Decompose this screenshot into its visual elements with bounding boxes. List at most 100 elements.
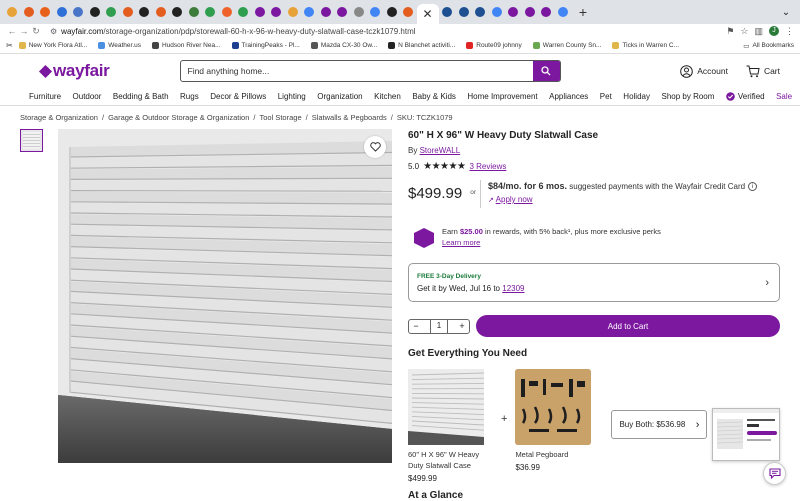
nav-category[interactable]: Holiday bbox=[623, 92, 650, 101]
browser-tab[interactable] bbox=[4, 4, 20, 20]
nav-sale[interactable]: Sale bbox=[776, 92, 792, 101]
chat-button[interactable] bbox=[763, 462, 786, 485]
site-info-icon[interactable]: ⚙ bbox=[50, 27, 57, 36]
bundle-item-image[interactable] bbox=[408, 369, 484, 445]
tab-search-button[interactable]: ⌄ bbox=[778, 7, 794, 18]
browser-tab[interactable] bbox=[169, 4, 185, 20]
url-field[interactable]: ⚙ wayfair.com/storage-organization/pdp/s… bbox=[50, 24, 726, 38]
nav-category[interactable]: Furniture bbox=[29, 92, 61, 101]
browser-tab[interactable] bbox=[202, 4, 218, 20]
browser-tab[interactable] bbox=[87, 4, 103, 20]
new-tab-button[interactable]: + bbox=[575, 4, 591, 20]
product-main-image[interactable] bbox=[58, 129, 392, 463]
browser-tab[interactable] bbox=[318, 4, 334, 20]
browser-tab[interactable] bbox=[37, 4, 53, 20]
bookmark-item[interactable]: New York Flora Atl... bbox=[19, 42, 88, 49]
profile-avatar[interactable]: J bbox=[769, 26, 779, 36]
breadcrumb-link[interactable]: Garage & Outdoor Storage & Organization bbox=[108, 113, 249, 122]
forward-button[interactable]: → bbox=[18, 26, 30, 36]
browser-tab[interactable] bbox=[334, 4, 350, 20]
nav-category[interactable]: Kitchen bbox=[374, 92, 401, 101]
browser-tab[interactable] bbox=[400, 4, 416, 20]
wayfair-logo[interactable]: wayfair bbox=[40, 61, 110, 81]
bookmark-item[interactable]: Warren County Sn... bbox=[533, 42, 602, 49]
menu-icon[interactable]: ⋮ bbox=[785, 26, 794, 37]
nav-category[interactable]: Pet bbox=[600, 92, 612, 101]
nav-category[interactable]: Baby & Kids bbox=[412, 92, 456, 101]
browser-tab[interactable] bbox=[120, 4, 136, 20]
back-button[interactable]: ← bbox=[6, 26, 18, 36]
browser-tab[interactable] bbox=[351, 4, 367, 20]
browser-tab[interactable] bbox=[301, 4, 317, 20]
reload-button[interactable]: ↻ bbox=[30, 26, 42, 37]
quantity-input[interactable]: 1 bbox=[430, 319, 448, 334]
browser-tab[interactable] bbox=[439, 4, 455, 20]
bookmark-item[interactable]: Weather.us bbox=[98, 42, 141, 49]
breadcrumb-link[interactable]: Slatwalls & Pegboards bbox=[312, 113, 387, 122]
browser-tab[interactable] bbox=[54, 4, 70, 20]
browser-tab[interactable] bbox=[153, 4, 169, 20]
bundle-item[interactable]: 60" H X 96" W Heavy Duty Slatwall Case $… bbox=[408, 369, 493, 483]
increase-qty-button[interactable]: + bbox=[455, 321, 469, 331]
browser-tab[interactable] bbox=[219, 4, 235, 20]
apps-icon[interactable]: ✂ bbox=[6, 41, 13, 50]
bookmark-item[interactable]: Ticks in Warren C... bbox=[612, 42, 679, 49]
search-button[interactable] bbox=[533, 60, 560, 82]
decrease-qty-button[interactable]: − bbox=[409, 321, 423, 331]
favorite-button[interactable] bbox=[364, 136, 386, 158]
browser-tab[interactable] bbox=[285, 4, 301, 20]
bookmark-star-icon[interactable]: ☆ bbox=[740, 26, 748, 37]
apply-now-link[interactable]: Apply now bbox=[496, 195, 533, 204]
browser-tab[interactable] bbox=[103, 4, 119, 20]
account-button[interactable]: Account bbox=[680, 65, 728, 78]
bundle-item-name[interactable]: Metal Pegboard bbox=[515, 449, 600, 460]
search-input[interactable] bbox=[181, 66, 533, 76]
product-thumbnail[interactable] bbox=[20, 129, 43, 152]
info-icon[interactable]: i bbox=[748, 182, 757, 191]
browser-tab[interactable] bbox=[21, 4, 37, 20]
nav-category[interactable]: Rugs bbox=[180, 92, 199, 101]
nav-category[interactable]: Lighting bbox=[278, 92, 306, 101]
browser-tab[interactable] bbox=[252, 4, 268, 20]
bookmark-item[interactable]: Route09 johnny bbox=[466, 42, 522, 49]
bookmark-item[interactable]: TrainingPeaks - Pl... bbox=[232, 42, 300, 49]
active-browser-tab[interactable]: ✕ bbox=[417, 4, 439, 24]
nav-category[interactable]: Appliances bbox=[549, 92, 588, 101]
browser-tab[interactable] bbox=[384, 4, 400, 20]
page-preview-thumbnail[interactable] bbox=[712, 408, 780, 461]
zip-code-link[interactable]: 12309 bbox=[502, 284, 524, 293]
bundle-item-name[interactable]: 60" H X 96" W Heavy Duty Slatwall Case bbox=[408, 449, 493, 471]
bookmark-item[interactable]: N Blanchet activiti... bbox=[388, 42, 455, 49]
close-tab-icon[interactable]: ✕ bbox=[420, 7, 436, 21]
browser-tab[interactable] bbox=[489, 4, 505, 20]
extension-icon[interactable]: ⚑ bbox=[726, 26, 734, 37]
browser-tab[interactable] bbox=[367, 4, 383, 20]
nav-category[interactable]: Outdoor bbox=[73, 92, 102, 101]
nav-category[interactable]: Bedding & Bath bbox=[113, 92, 169, 101]
browser-tab[interactable] bbox=[186, 4, 202, 20]
sidebar-icon[interactable]: ▥ bbox=[754, 26, 763, 37]
browser-tab[interactable] bbox=[555, 4, 571, 20]
buy-both-button[interactable]: Buy Both: $536.98 › bbox=[611, 410, 707, 439]
nav-category[interactable]: Decor & Pillows bbox=[210, 92, 266, 101]
nav-verified[interactable]: Verified bbox=[726, 92, 765, 101]
browser-tab[interactable] bbox=[268, 4, 284, 20]
bundle-item[interactable]: Metal Pegboard $36.99 bbox=[515, 369, 600, 472]
browser-tab[interactable] bbox=[505, 4, 521, 20]
browser-tab[interactable] bbox=[522, 4, 538, 20]
bookmark-item[interactable]: Mazda CX-30 Ow... bbox=[311, 42, 377, 49]
breadcrumb-link[interactable]: Tool Storage bbox=[260, 113, 302, 122]
browser-tab[interactable] bbox=[235, 4, 251, 20]
bundle-item-image[interactable] bbox=[515, 369, 591, 445]
nav-category[interactable]: Organization bbox=[317, 92, 362, 101]
nav-category[interactable]: Home Improvement bbox=[467, 92, 537, 101]
browser-tab[interactable] bbox=[456, 4, 472, 20]
browser-tab[interactable] bbox=[472, 4, 488, 20]
brand-link[interactable]: StoreWALL bbox=[420, 146, 461, 155]
all-bookmarks-button[interactable]: ▭All Bookmarks bbox=[743, 42, 794, 50]
add-to-cart-button[interactable]: Add to Cart bbox=[476, 315, 780, 337]
browser-tab[interactable] bbox=[70, 4, 86, 20]
browser-tab[interactable] bbox=[538, 4, 554, 20]
delivery-box[interactable]: FREE 3-Day Delivery Get it by Wed, Jul 1… bbox=[408, 263, 780, 302]
bookmark-item[interactable]: Hudson River Nea... bbox=[152, 42, 221, 49]
